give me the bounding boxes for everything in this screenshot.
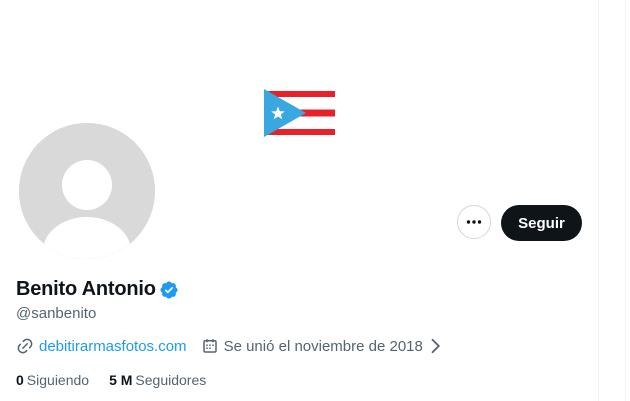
follow-button[interactable]: Seguir — [501, 205, 582, 241]
following-label: Siguiendo — [26, 372, 90, 388]
following-link[interactable]: 0 Siguiendo — [16, 372, 89, 388]
joined-date: Se unió el noviembre de 2018 — [223, 337, 423, 355]
verified-badge-icon[interactable] — [159, 280, 179, 300]
profile-meta-row: debitirarmasfotos.com Se unió el noviemb… — [16, 337, 463, 355]
puerto-rico-flag-icon — [264, 89, 335, 137]
joined-item: Se unió el noviembre de 2018 — [201, 337, 449, 355]
chevron-right-icon[interactable] — [426, 337, 444, 355]
default-avatar-icon — [19, 123, 155, 259]
calendar-icon — [202, 339, 217, 353]
display-name: Benito Antonio — [16, 278, 156, 300]
following-count: 0 — [16, 372, 24, 388]
website-item: debitirarmasfotos.com — [16, 337, 187, 355]
profile-avatar[interactable] — [19, 123, 155, 259]
right-sidebar-edge — [599, 0, 630, 401]
website-link[interactable]: debitirarmasfotos.com — [39, 338, 187, 355]
link-icon — [17, 338, 33, 354]
profile-handle: @sanbenito — [16, 305, 97, 322]
display-name-row: Benito Antonio — [16, 278, 179, 301]
followers-link[interactable]: 5 M Seguidores — [109, 372, 206, 388]
followers-label: Seguidores — [135, 372, 207, 388]
more-options-button[interactable] — [457, 205, 491, 239]
profile-column: Seguir Benito Antonio @sanbenito debitir… — [0, 0, 599, 401]
profile-stats: 0 Siguiendo 5 M Seguidores — [16, 372, 226, 388]
more-options-icon — [466, 220, 482, 224]
followers-count: 5 M — [109, 372, 133, 388]
divider — [625, 0, 626, 401]
